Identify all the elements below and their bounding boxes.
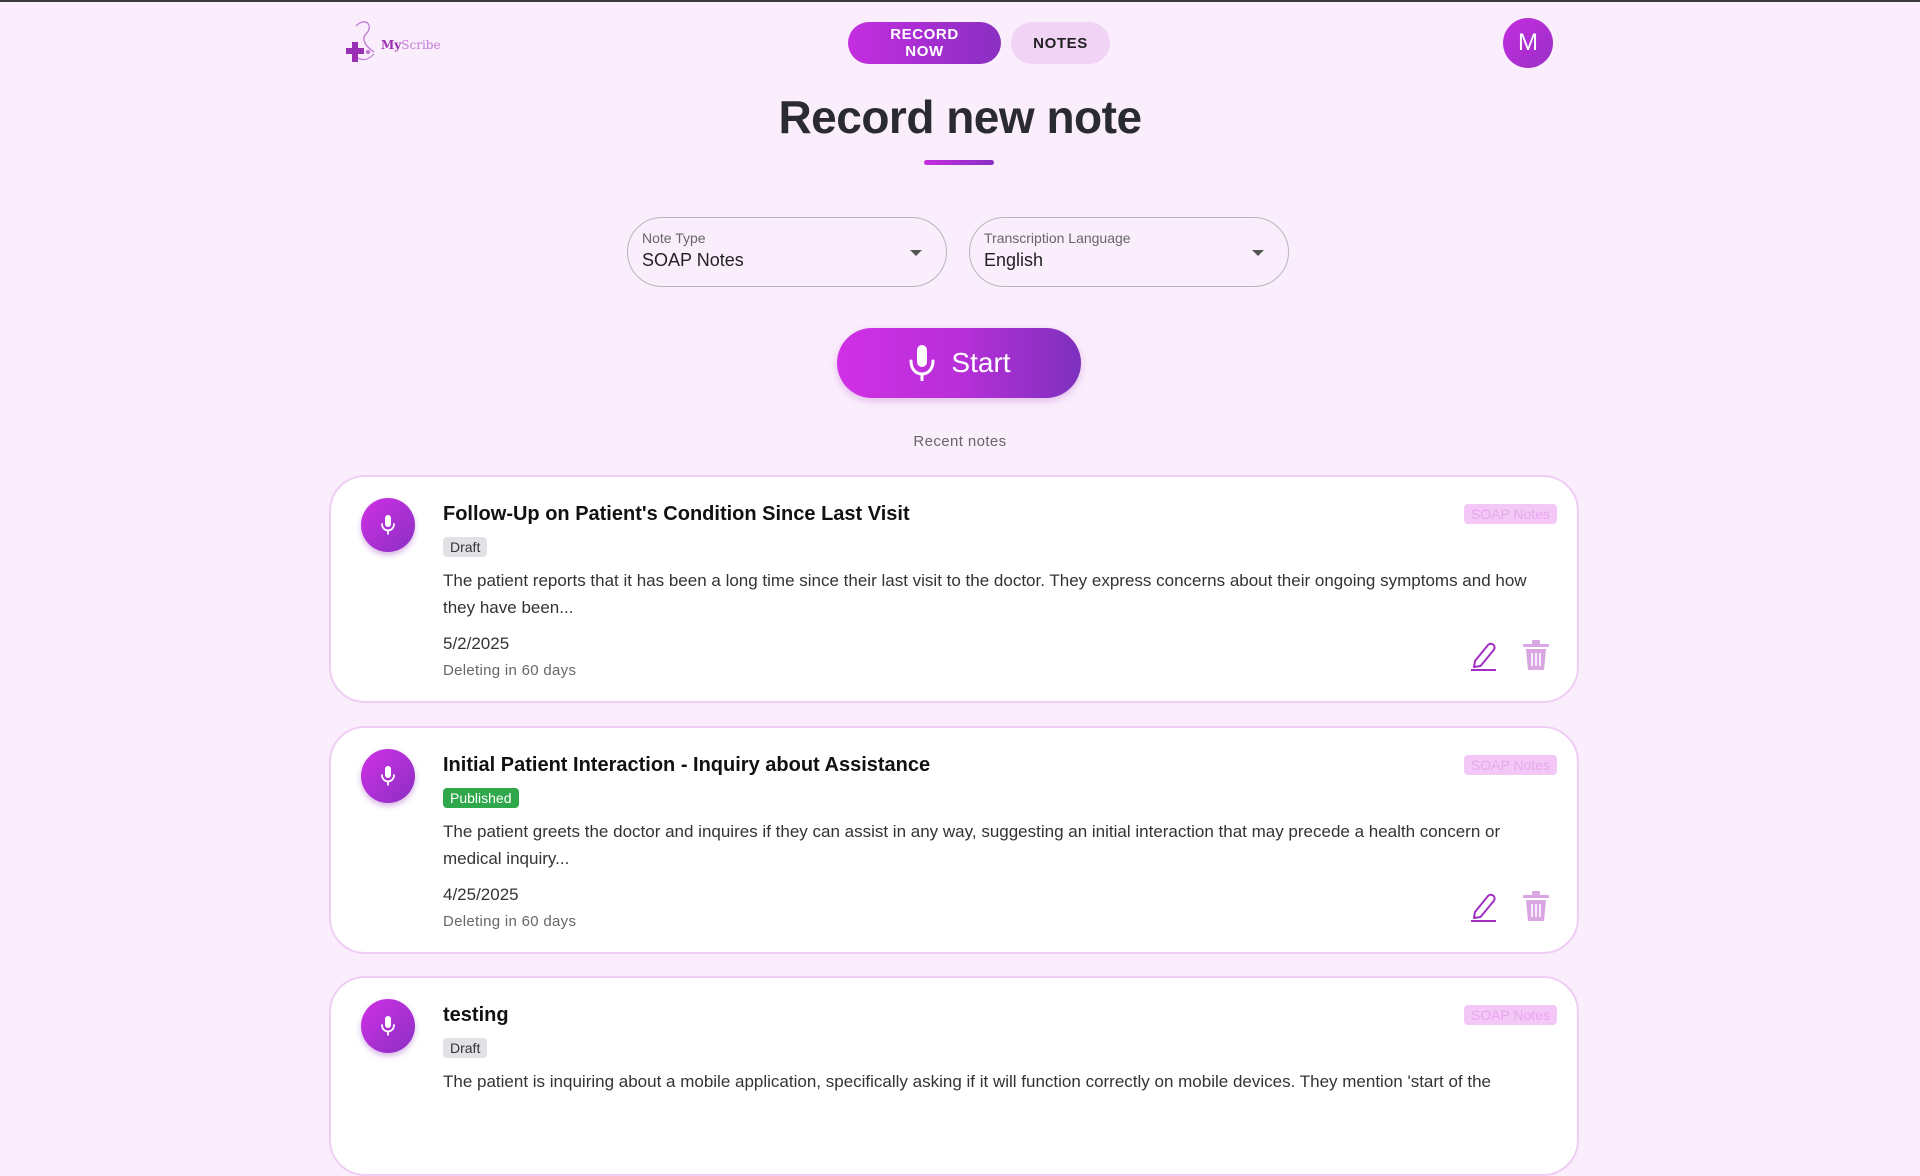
- myscribe-logo[interactable]: MyScribe: [344, 18, 441, 66]
- note-title[interactable]: testing: [443, 1004, 509, 1027]
- note-card[interactable]: Initial Patient Interaction - Inquiry ab…: [329, 726, 1579, 954]
- microphone-icon: [381, 515, 395, 535]
- note-date: 5/2/2025: [443, 634, 510, 653]
- logo-text-scribe: Scribe: [401, 38, 441, 52]
- note-description: The patient greets the doctor and inquir…: [443, 822, 1501, 868]
- logo-text-my: My: [381, 38, 402, 52]
- logo-mark-icon: [346, 21, 375, 62]
- app-header: MyScribe RECORD NOW NOTES M: [0, 2, 1920, 82]
- status-badge: Draft: [443, 537, 488, 557]
- caret-down-icon: [910, 250, 922, 256]
- deletion-notice: Deleting in 60 days: [443, 913, 577, 930]
- pencil-icon: [1471, 642, 1496, 671]
- microphone-icon: [381, 766, 395, 786]
- note-card[interactable]: testing Draft SOAP Notes The patient is …: [329, 976, 1579, 1176]
- trash-icon: [1523, 891, 1549, 921]
- transcription-language-value: English: [984, 250, 1044, 270]
- note-mic-avatar: [361, 749, 415, 803]
- note-card[interactable]: Follow-Up on Patient's Condition Since L…: [329, 475, 1579, 703]
- transcription-language-select[interactable]: Transcription Language English: [969, 217, 1289, 287]
- status-badge: Draft: [443, 1038, 488, 1058]
- note-type-select[interactable]: Note Type SOAP Notes: [627, 217, 947, 287]
- note-date: 4/25/2025: [443, 885, 519, 904]
- note-description: The patient is inquiring about a mobile …: [443, 1072, 1492, 1091]
- caret-down-icon: [1252, 250, 1264, 256]
- status-badge: Published: [443, 788, 519, 808]
- edit-note-button[interactable]: [1465, 637, 1501, 673]
- transcription-language-label: Transcription Language: [984, 230, 1131, 246]
- note-title[interactable]: Follow-Up on Patient's Condition Since L…: [443, 503, 910, 526]
- page-title: Record new note: [778, 91, 1142, 143]
- recent-notes-label: Recent notes: [913, 433, 1007, 450]
- note-type-label: Note Type: [642, 230, 706, 246]
- notes-tab[interactable]: NOTES: [1011, 22, 1110, 64]
- microphone-icon: [909, 345, 935, 381]
- note-mic-avatar: [361, 999, 415, 1053]
- edit-note-button[interactable]: [1465, 888, 1501, 924]
- note-type-tag: SOAP Notes: [1463, 755, 1557, 775]
- start-recording-button[interactable]: Start: [837, 328, 1081, 398]
- main-nav: RECORD NOW NOTES: [848, 22, 1110, 64]
- delete-note-button[interactable]: [1518, 888, 1554, 924]
- trash-icon: [1523, 640, 1549, 670]
- start-button-label: Start: [951, 347, 1011, 378]
- deletion-notice: Deleting in 60 days: [443, 662, 577, 679]
- note-description: The patient reports that it has been a l…: [443, 571, 1527, 617]
- note-type-tag: SOAP Notes: [1463, 504, 1557, 524]
- user-avatar[interactable]: M: [1503, 18, 1553, 68]
- note-mic-avatar: [361, 498, 415, 552]
- microphone-icon: [381, 1016, 395, 1036]
- pencil-icon: [1471, 893, 1496, 922]
- note-type-value: SOAP Notes: [642, 250, 744, 270]
- logo-text: MyScribe: [381, 38, 441, 52]
- title-underline: [924, 160, 994, 165]
- record-now-tab[interactable]: RECORD NOW: [848, 22, 1001, 64]
- note-title[interactable]: Initial Patient Interaction - Inquiry ab…: [443, 754, 930, 777]
- note-type-tag: SOAP Notes: [1463, 1005, 1557, 1025]
- delete-note-button[interactable]: [1518, 637, 1554, 673]
